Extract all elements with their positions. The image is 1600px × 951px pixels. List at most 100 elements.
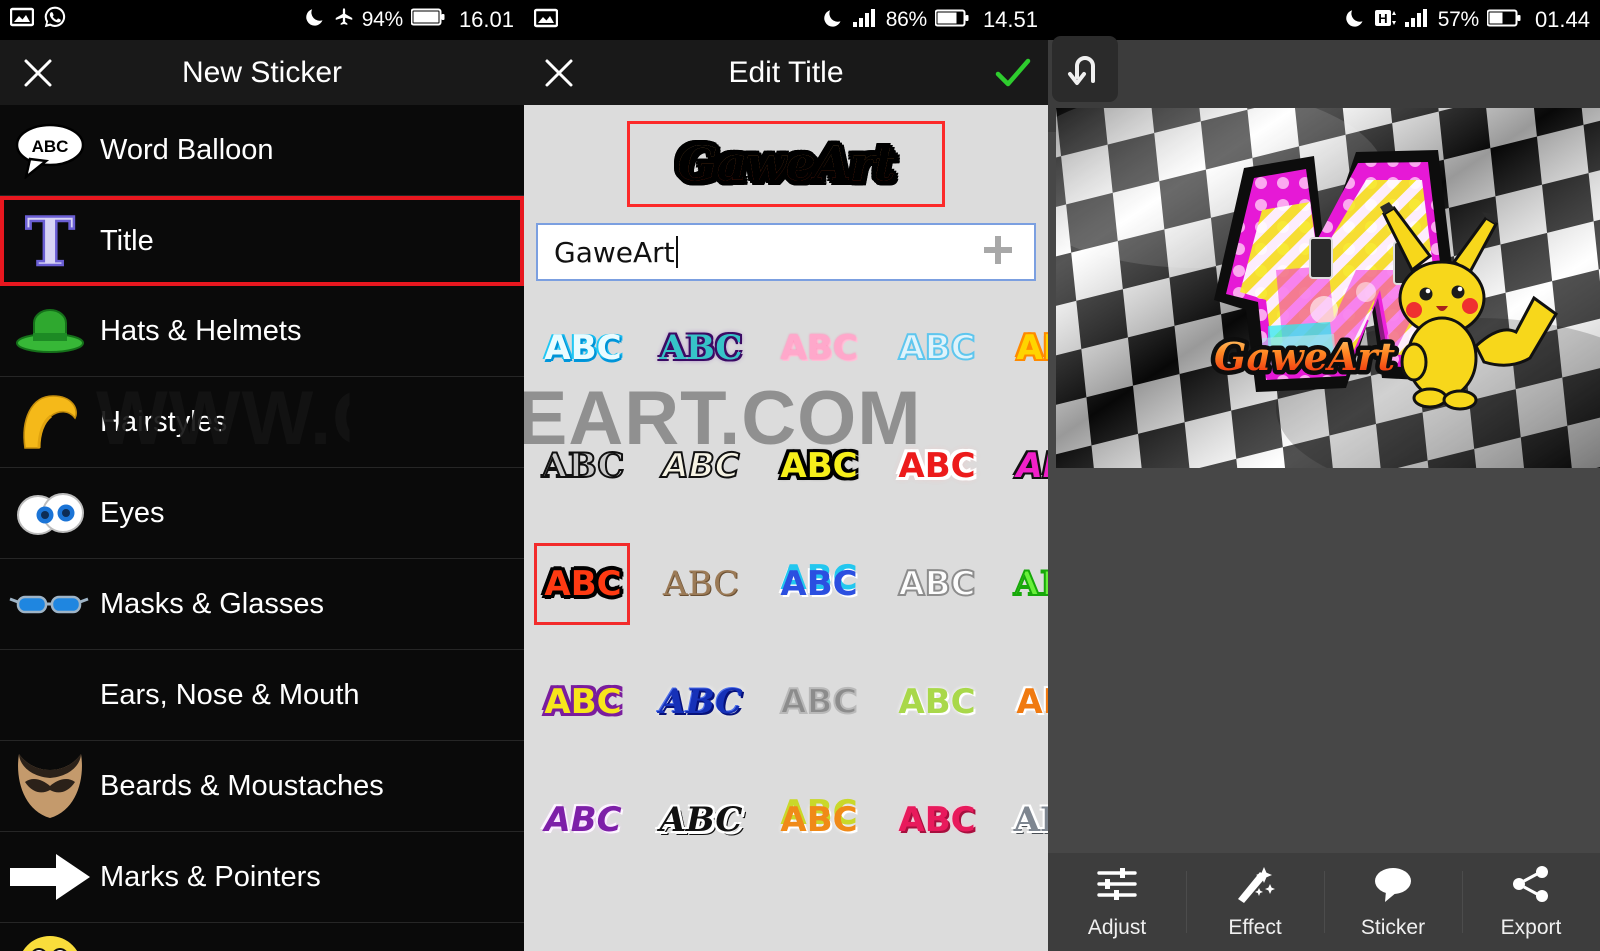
style-cell[interactable]: ABC — [878, 407, 996, 525]
beard-icon — [0, 748, 100, 824]
style-cell[interactable]: ABC — [996, 407, 1048, 525]
sidebar-item-beards-moustaches[interactable]: Beards & Moustaches — [0, 741, 524, 832]
battery-percent-1: 94% — [361, 8, 403, 31]
sidebar-item-label: Eyes — [100, 496, 165, 529]
svg-text:H: H — [1378, 11, 1387, 26]
style-cell[interactable]: ABC — [996, 289, 1048, 407]
hspa-icon: H — [1374, 8, 1396, 33]
confirm-button[interactable] — [978, 56, 1048, 90]
tool-export[interactable]: Export — [1462, 853, 1600, 951]
tool-label: Sticker — [1360, 915, 1426, 939]
style-cell[interactable]: ABC — [878, 289, 996, 407]
sidebar-item-label: Hairstyles — [100, 405, 228, 438]
sidebar-item-eyes[interactable]: Eyes — [0, 468, 524, 559]
style-cell[interactable]: ABC — [878, 525, 996, 643]
style-label: ABC — [1016, 328, 1048, 368]
title-t-icon: T — [0, 207, 100, 275]
tool-adjust[interactable]: Adjust — [1048, 853, 1186, 951]
title-text-input-row[interactable]: GaweArt — [536, 223, 1036, 281]
style-row: ABC ABC ABC ABC ABC — [524, 407, 1048, 525]
signal-icon — [1404, 8, 1430, 33]
style-cell[interactable]: ABC — [760, 643, 878, 761]
tool-sticker[interactable]: Sticker — [1324, 853, 1462, 951]
undo-button[interactable] — [1052, 36, 1118, 102]
title-preview-box[interactable]: GaweArt — [627, 121, 945, 207]
close-button-new-sticker[interactable] — [0, 56, 76, 90]
style-cell[interactable]: ABC — [996, 525, 1048, 643]
style-cell[interactable]: ABC — [524, 643, 642, 761]
style-cell[interactable]: ABC — [760, 761, 878, 879]
style-cell[interactable]: ABC — [642, 761, 760, 879]
tool-effect[interactable]: Effect — [1186, 853, 1324, 951]
whatsapp-icon — [43, 5, 67, 35]
style-label: ABC — [897, 563, 976, 605]
status-bar-1: 94% 16.01 — [0, 0, 524, 40]
style-cell[interactable]: ABC — [996, 761, 1048, 879]
style-cell[interactable]: ABC — [524, 407, 642, 525]
style-cell[interactable]: ABC — [642, 407, 760, 525]
selection-border — [534, 543, 630, 625]
status-bar-2: 86% 14.51 — [524, 0, 1048, 40]
style-label: ABC — [1013, 563, 1048, 605]
style-cell[interactable]: ABC — [524, 289, 642, 407]
status-left-icons — [9, 5, 67, 35]
clock-3: 01.44 — [1534, 7, 1590, 32]
sticker-category-list: ABC Word Balloon T Title Hats & Helmets — [0, 105, 524, 951]
sidebar-item-hairstyles[interactable]: Hairstyles — [0, 377, 524, 468]
text-caret — [675, 236, 678, 268]
sidebar-item-label: Title — [100, 224, 154, 257]
style-label: ABC — [661, 445, 740, 487]
svg-text:T: T — [25, 207, 74, 275]
status-bar-3: H 57% 01.44 — [1048, 0, 1600, 40]
editor-toolbar: Adjust Effect Sticker Export — [1048, 853, 1600, 951]
style-cell-selected[interactable]: ABC — [524, 525, 642, 643]
battery-icon — [934, 9, 969, 32]
close-button-edit-title[interactable] — [524, 56, 594, 90]
style-cell[interactable]: ABC — [760, 289, 878, 407]
battery-icon — [410, 8, 445, 32]
sidebar-item-title[interactable]: T Title — [0, 196, 524, 286]
style-label: ABC — [780, 446, 858, 486]
sidebar-item-masks-glasses[interactable]: Masks & Glasses — [0, 559, 524, 650]
clock-1: 16.01 — [458, 7, 514, 32]
style-cell[interactable]: ABC — [524, 761, 642, 879]
word-balloon-icon: ABC — [0, 121, 100, 179]
style-label: ABC — [897, 327, 976, 369]
sidebar-item-ears-nose-mouth[interactable]: Ears, Nose & Mouth — [0, 650, 524, 741]
sidebar-item-marks-pointers[interactable]: Marks & Pointers — [0, 832, 524, 923]
editor-canvas[interactable]: GaweArt GaweArt — [1048, 108, 1600, 747]
style-cell[interactable]: ABC — [642, 643, 760, 761]
arrow-right-icon — [0, 852, 100, 902]
plus-icon[interactable] — [978, 230, 1018, 275]
style-cell[interactable]: ABC — [760, 525, 878, 643]
style-cell[interactable]: ABC — [996, 643, 1048, 761]
title-preview-text: GaweArt — [677, 136, 896, 192]
style-cell[interactable]: ABC — [878, 761, 996, 879]
style-label: ABC — [898, 800, 976, 840]
eyes-icon — [0, 489, 100, 537]
moon-icon — [1344, 7, 1366, 34]
title-text-input[interactable]: GaweArt — [554, 236, 675, 269]
style-row: ABC ABC ABC ABC ABC — [524, 761, 1048, 879]
status-left-icons-2 — [533, 8, 559, 33]
hat-icon — [0, 303, 100, 359]
style-row: ABC ABC ABC ABC ABC — [524, 289, 1048, 407]
style-label: ABC — [544, 800, 622, 840]
style-cell[interactable]: ABC — [642, 289, 760, 407]
style-cell[interactable]: ABC — [760, 407, 878, 525]
status-right-icons: 94% 16.01 — [304, 6, 514, 34]
style-label: ABC — [780, 564, 858, 604]
style-label: ABC — [659, 682, 743, 722]
style-cell[interactable]: ABC — [878, 643, 996, 761]
sidebar-item-emoticons[interactable]: Emoticons — [0, 923, 524, 951]
sidebar-item-label: Ears, Nose & Mouth — [100, 678, 360, 711]
sidebar-item-word-balloon[interactable]: ABC Word Balloon — [0, 105, 524, 196]
style-label: ABC — [544, 328, 622, 368]
style-label: ABC — [898, 446, 976, 486]
sidebar-item-hats-helmets[interactable]: Hats & Helmets — [0, 286, 524, 377]
canvas-image[interactable]: GaweArt GaweArt — [1056, 108, 1600, 468]
style-cell[interactable]: ABC — [642, 525, 760, 643]
airplane-icon — [334, 7, 354, 33]
battery-percent-2: 86% — [885, 8, 927, 31]
screenshot-root: 94% 16.01 New Sticker ABC Word Balloon T… — [0, 0, 1600, 951]
